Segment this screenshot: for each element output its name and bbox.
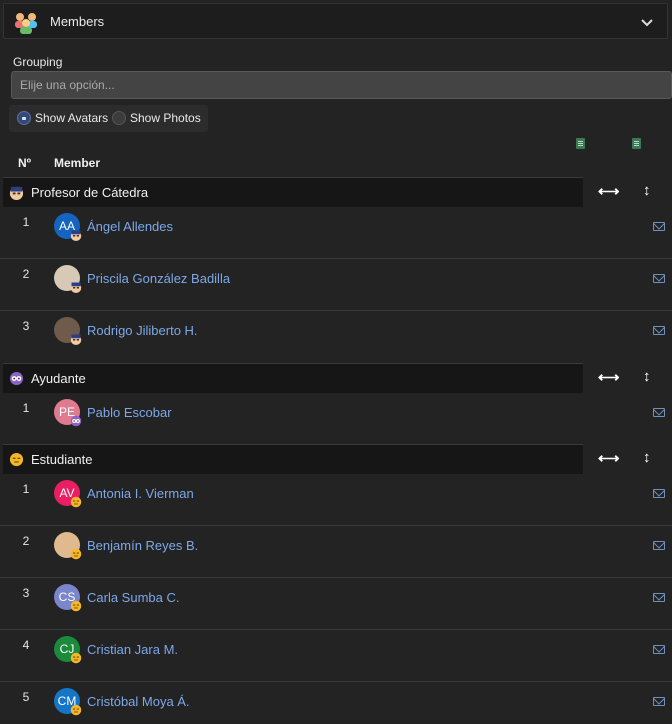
- group-header: Profesor de Cátedra: [3, 177, 583, 207]
- member-number: 2: [22, 534, 30, 548]
- send-email-icon[interactable]: [653, 222, 665, 231]
- member-name-link[interactable]: Rodrigo Jiliberto H.: [87, 323, 198, 338]
- member-number: 1: [22, 215, 30, 229]
- row-divider: [0, 681, 672, 682]
- group-name: Estudiante: [31, 452, 93, 467]
- column-header-number: Nº: [18, 156, 32, 170]
- grouping-select[interactable]: Elije una opción...: [11, 71, 672, 99]
- row-divider: [0, 525, 672, 526]
- role-badge-icon: [70, 548, 82, 560]
- member-name-link[interactable]: Antonia I. Vierman: [87, 486, 194, 501]
- role-badge-icon: [70, 496, 82, 508]
- group-header: Estudiante: [3, 444, 583, 474]
- send-email-icon[interactable]: [653, 697, 665, 706]
- expand-horizontal-icon[interactable]: ⟷: [598, 184, 620, 199]
- row-divider: [0, 577, 672, 578]
- member-name-link[interactable]: Cristóbal Moya Á.: [87, 694, 190, 709]
- group-name: Profesor de Cátedra: [31, 185, 149, 200]
- panel-title: Members: [50, 14, 105, 29]
- row-divider: [0, 629, 672, 630]
- role-badge-icon: [70, 229, 82, 241]
- expand-vertical-icon[interactable]: ↕: [643, 183, 651, 198]
- member-name-link[interactable]: Cristian Jara M.: [87, 642, 178, 657]
- role-badge-icon: [70, 415, 82, 427]
- member-name-link[interactable]: Benjamín Reyes B.: [87, 538, 198, 553]
- group-role-icon: [9, 452, 24, 467]
- member-number: 1: [22, 482, 30, 496]
- expand-horizontal-icon[interactable]: ⟷: [598, 451, 620, 466]
- display-toggle-group: Show Avatars Show Photos: [9, 105, 208, 132]
- member-number: 5: [22, 690, 30, 704]
- grouping-label: Grouping: [13, 55, 63, 69]
- member-name-link[interactable]: Priscila González Badilla: [87, 271, 230, 286]
- show-photos-radio[interactable]: [112, 111, 126, 125]
- role-badge-icon: [70, 600, 82, 612]
- role-badge-icon: [70, 652, 82, 664]
- member-number: 3: [22, 586, 30, 600]
- group-role-icon: [9, 371, 24, 386]
- member-number: 1: [22, 401, 30, 415]
- send-email-icon[interactable]: [653, 645, 665, 654]
- show-photos-label[interactable]: Show Photos: [130, 111, 201, 125]
- export-spreadsheet-icon[interactable]: [576, 138, 585, 149]
- members-group-icon: [15, 13, 37, 34]
- show-avatars-radio[interactable]: [17, 111, 31, 125]
- send-email-icon[interactable]: [653, 408, 665, 417]
- export-spreadsheet-icon[interactable]: [632, 138, 641, 149]
- expand-vertical-icon[interactable]: ↕: [643, 450, 651, 465]
- expand-horizontal-icon[interactable]: ⟷: [598, 370, 620, 385]
- send-email-icon[interactable]: [653, 541, 665, 550]
- members-panel-header[interactable]: Members: [3, 3, 668, 39]
- member-name-link[interactable]: Pablo Escobar: [87, 405, 172, 420]
- send-email-icon[interactable]: [653, 593, 665, 602]
- member-number: 4: [22, 638, 30, 652]
- expand-vertical-icon[interactable]: ↕: [643, 369, 651, 384]
- member-name-link[interactable]: Carla Sumba C.: [87, 590, 179, 605]
- row-divider: [0, 258, 672, 259]
- send-email-icon[interactable]: [653, 274, 665, 283]
- member-name-link[interactable]: Ángel Allendes: [87, 219, 173, 234]
- role-badge-icon: [70, 333, 82, 345]
- member-number: 3: [22, 319, 30, 333]
- row-divider: [0, 310, 672, 311]
- group-name: Ayudante: [31, 371, 86, 386]
- group-role-icon: [9, 185, 24, 200]
- chevron-down-icon[interactable]: [639, 14, 655, 30]
- send-email-icon[interactable]: [653, 489, 665, 498]
- column-header-member: Member: [54, 156, 101, 170]
- show-avatars-label[interactable]: Show Avatars: [35, 111, 108, 125]
- member-number: 2: [22, 267, 30, 281]
- send-email-icon[interactable]: [653, 326, 665, 335]
- group-header: Ayudante: [3, 363, 583, 393]
- role-badge-icon: [70, 704, 82, 716]
- role-badge-icon: [70, 281, 82, 293]
